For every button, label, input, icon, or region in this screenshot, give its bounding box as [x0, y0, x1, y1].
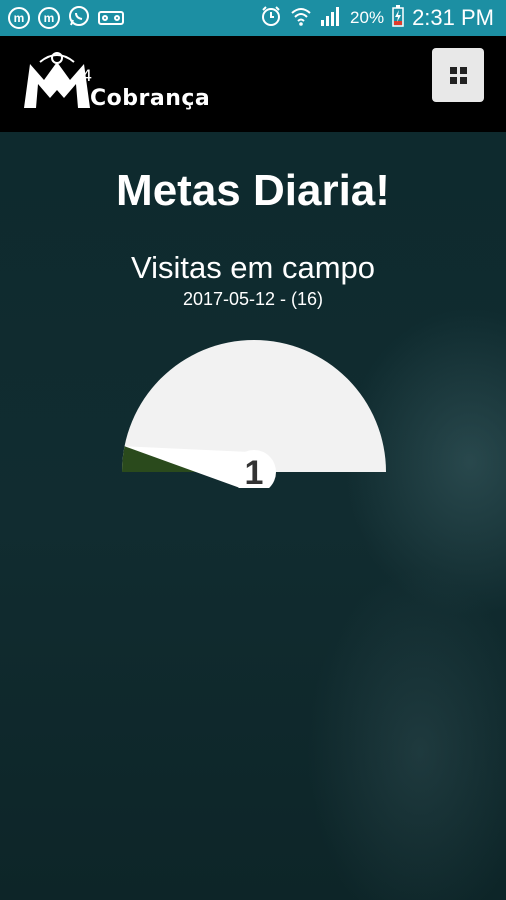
- menu-button[interactable]: [432, 48, 484, 102]
- messenger-m-icon: m: [8, 7, 30, 29]
- goal-gauge: 1: [122, 340, 386, 488]
- notification-icons: m m: [8, 5, 124, 32]
- battery-charging-icon: [392, 4, 404, 32]
- gauge-date: 2017-05-12 - (16): [182, 289, 324, 309]
- app-logo: 4 Cobrança: [22, 50, 212, 120]
- status-bar: m m 20% 2:31 PM: [0, 0, 506, 36]
- signal-icon: [320, 6, 342, 31]
- battery-percent: 20%: [350, 8, 385, 27]
- gauge-subtitle: Visitas em campo: [130, 250, 376, 285]
- app-header: 4 Cobrança: [0, 36, 506, 132]
- alarm-icon: [260, 5, 282, 32]
- gauge-value-label: 1: [245, 454, 264, 488]
- messenger-m-icon: m: [38, 7, 60, 29]
- clock: 2:31 PM: [412, 5, 494, 30]
- whatsapp-icon: [68, 5, 90, 32]
- voicemail-icon: [98, 11, 124, 25]
- main-content: Metas Diaria! Visitas em campo 2017-05-1…: [0, 132, 506, 900]
- page-title: Metas Diaria!: [116, 166, 390, 215]
- grid-icon: [449, 66, 467, 84]
- logo-digit: 4: [82, 66, 93, 85]
- wifi-icon: [290, 5, 312, 32]
- logo-text: Cobrança: [90, 86, 211, 111]
